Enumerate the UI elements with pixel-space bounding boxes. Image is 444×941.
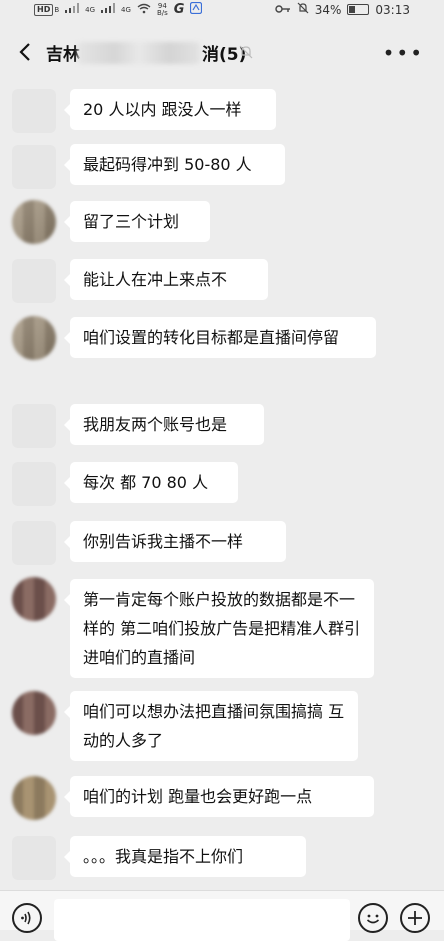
message-text: 第一肯定每个账户投放的数据都是不一样的 第二咱们投放广告是把精准人群引进咱们的直… — [83, 590, 361, 667]
message-bubble[interactable]: 咱们可以想办法把直播间氛围搞搞 互动的人多了 — [64, 691, 358, 761]
message-text: 咱们的计划 跑量也会更好跑一点 — [83, 787, 313, 806]
battery-percent: 34% — [314, 2, 342, 17]
message-bubble[interactable]: 能让人在冲上来点不 — [64, 259, 268, 300]
network-speed: 94 B/s — [156, 2, 168, 17]
message-text: 你别告诉我主播不一样 — [83, 532, 244, 551]
mute-status-icon — [297, 2, 309, 17]
avatar[interactable] — [12, 316, 56, 360]
speed-unit: B/s — [156, 8, 168, 17]
avatar[interactable] — [12, 89, 56, 133]
chat-header: 吉林 消(5) ••• — [0, 28, 444, 76]
avatar[interactable] — [12, 145, 56, 189]
message-bubble[interactable]: 留了三个计划 — [64, 201, 210, 242]
message-text: 我朋友两个账号也是 — [83, 415, 228, 434]
app-notification-icon: G — [173, 2, 185, 17]
signal-icon — [65, 3, 80, 16]
message-text: 咱们可以想办法把直播间氛围搞搞 互动的人多了 — [83, 702, 345, 750]
avatar[interactable] — [12, 404, 56, 448]
avatar[interactable] — [12, 259, 56, 303]
avatar[interactable] — [12, 200, 56, 244]
hd-badge: HD — [34, 3, 54, 16]
signal-label-2: 4G — [121, 5, 131, 14]
status-left: HD B 4G 4G 94 B/s G — [34, 1, 203, 17]
app-notification-icon-2 — [190, 1, 203, 17]
message-bubble[interactable]: 最起码得冲到 50-80 人 — [64, 144, 285, 185]
signal-label-1: 4G — [85, 5, 96, 14]
message-bubble[interactable]: 。。。我真是指不上你们 — [64, 836, 306, 877]
message-text: 最起码得冲到 50-80 人 — [83, 155, 252, 174]
back-chevron-icon[interactable] — [14, 40, 38, 64]
signal-icon-2 — [101, 3, 116, 16]
status-time: 03:13 — [375, 2, 410, 17]
message-text: 。。。我真是指不上你们 — [83, 847, 244, 866]
avatar[interactable] — [12, 776, 56, 820]
message-bubble[interactable]: 20 人以内 跟没人一样 — [64, 89, 276, 130]
status-right: 34% 03:13 — [275, 2, 410, 17]
message-bubble[interactable]: 咱们的计划 跑量也会更好跑一点 — [64, 776, 374, 817]
avatar[interactable] — [12, 577, 56, 621]
hd-badge-sub: B — [54, 5, 60, 14]
avatar[interactable] — [12, 691, 56, 735]
title-redaction — [78, 42, 200, 64]
input-bar — [0, 890, 444, 941]
message-text: 留了三个计划 — [83, 212, 180, 231]
message-bubble[interactable]: 每次 都 70 80 人 — [64, 462, 238, 503]
avatar[interactable] — [12, 836, 56, 880]
message-bubble[interactable]: 我朋友两个账号也是 — [64, 404, 264, 445]
avatar[interactable] — [12, 462, 56, 506]
status-bar: HD B 4G 4G 94 B/s G 34% 03:13 — [0, 0, 444, 20]
message-text: 每次 都 70 80 人 — [83, 473, 209, 492]
avatar[interactable] — [12, 521, 56, 565]
message-text: 20 人以内 跟没人一样 — [83, 100, 242, 119]
mute-bell-icon — [239, 45, 253, 59]
message-bubble[interactable]: 第一肯定每个账户投放的数据都是不一样的 第二咱们投放广告是把精准人群引进咱们的直… — [64, 579, 374, 678]
message-input[interactable] — [54, 899, 350, 941]
battery-icon — [347, 4, 370, 15]
more-options-icon[interactable]: ••• — [383, 43, 424, 63]
message-text: 能让人在冲上来点不 — [83, 270, 228, 289]
wifi-icon — [137, 3, 151, 17]
message-text: 咱们设置的转化目标都是直播间停留 — [83, 328, 340, 347]
message-bubble[interactable]: 你别告诉我主播不一样 — [64, 521, 286, 562]
key-icon — [275, 3, 291, 17]
message-bubble[interactable]: 咱们设置的转化目标都是直播间停留 — [64, 317, 376, 358]
chat-title-prefix: 吉林 — [46, 45, 80, 65]
